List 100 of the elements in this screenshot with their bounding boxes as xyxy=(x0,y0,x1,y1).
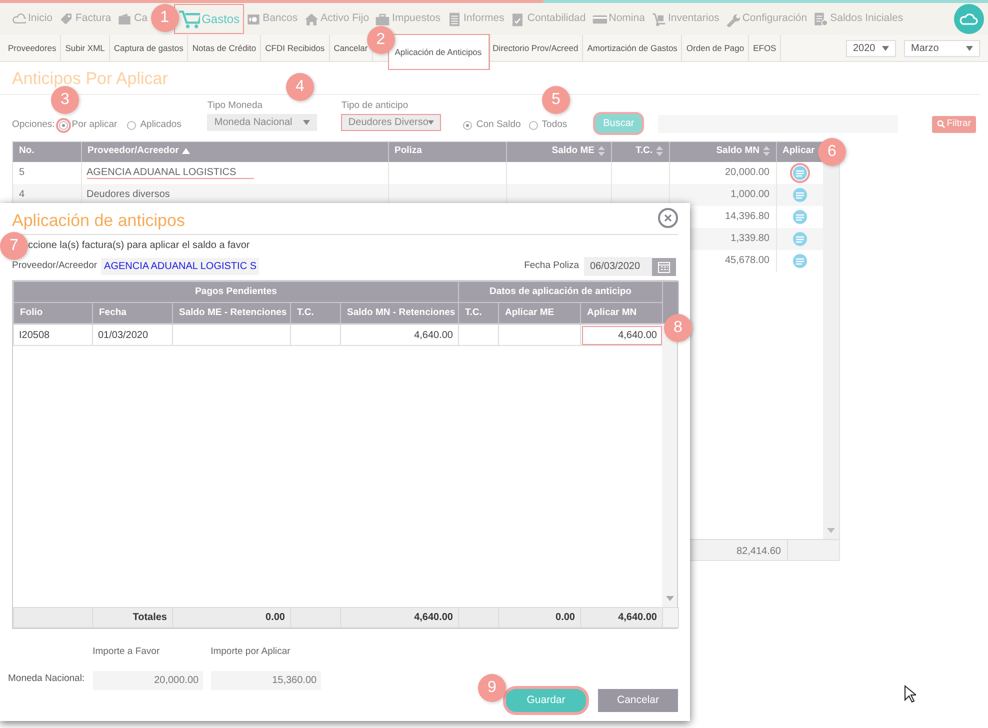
column-header: Aplicar MN xyxy=(587,306,637,318)
nav-tab[interactable]: Saldos Iniciales xyxy=(810,8,906,30)
radio-label: Aplicados xyxy=(140,118,182,132)
nav-tab[interactable]: Factura xyxy=(56,8,114,30)
caret-icon xyxy=(428,120,434,124)
cloud-icon xyxy=(959,11,979,27)
cancel-button[interactable]: Cancelar xyxy=(598,689,678,712)
options-label: Opciones: xyxy=(12,118,55,132)
column-header[interactable]: Proveedor/Acreedor xyxy=(81,142,388,162)
nav-tab[interactable]: Nomina xyxy=(588,8,648,30)
nav-tab[interactable]: Informes xyxy=(444,8,508,30)
radio-button[interactable] xyxy=(127,120,136,130)
subnav-tab[interactable]: Proveedores xyxy=(4,35,62,61)
table-cell: Deudores diversos xyxy=(86,189,170,200)
totals-label: Totales xyxy=(132,612,167,623)
column-header: Aplicar ME xyxy=(505,306,554,318)
wallet-icon xyxy=(117,12,132,26)
caret-icon xyxy=(966,46,973,50)
advance-type-select[interactable]: Deudores Diverso xyxy=(341,114,442,130)
search-button[interactable]: Buscar xyxy=(595,114,642,132)
supplier-field[interactable]: AGENCIA ADUANAL LOGISTIC S xyxy=(101,258,260,275)
apply-icon[interactable] xyxy=(792,186,808,202)
group-header: Pagos Pendientes xyxy=(195,286,277,297)
step-marker: 3 xyxy=(51,86,79,114)
nav-tab[interactable]: Contabilidad xyxy=(507,8,589,30)
subnav-tab[interactable]: Subir XML xyxy=(61,35,110,61)
advance-type-label: Tipo de anticipo xyxy=(341,99,410,114)
field-label: Importe por Aplicar xyxy=(210,645,292,659)
save-button[interactable]: Guardar xyxy=(506,689,586,712)
nav-tab[interactable]: Inventarios xyxy=(648,8,722,30)
modal-title: Aplicación de anticipos xyxy=(12,210,185,232)
table-cell: 14,396.80 xyxy=(725,211,770,222)
apply-icon[interactable] xyxy=(792,252,808,268)
year-select[interactable]: 2020 xyxy=(846,40,896,56)
column-header[interactable]: Saldo ME xyxy=(506,142,611,162)
filter-button[interactable]: Filtrar xyxy=(932,116,976,132)
checklist-icon xyxy=(813,12,828,26)
sort-icon xyxy=(762,146,770,156)
field-label: Importe a Favor xyxy=(92,645,161,659)
subnav-tab[interactable]: Directorio Prov/Acreed xyxy=(488,35,584,61)
nav-tab[interactable]: Inicio xyxy=(8,8,56,30)
house-icon xyxy=(304,12,319,26)
column-header: T.C. xyxy=(297,306,314,318)
step-marker: 4 xyxy=(286,73,314,101)
wrench-icon xyxy=(725,12,740,26)
subnav-tab[interactable]: Captura de gastos xyxy=(110,35,188,61)
currency-select[interactable]: Moneda Nacional xyxy=(207,114,318,130)
radio-label: Por aplicar xyxy=(72,118,118,132)
subnav-tab[interactable]: Notas de Crédito xyxy=(188,35,262,61)
caret-icon xyxy=(303,120,310,124)
column-header: No. xyxy=(13,142,81,162)
briefcase-icon xyxy=(375,12,390,26)
apply-icon[interactable] xyxy=(792,164,808,180)
calendar-button[interactable] xyxy=(652,258,676,276)
total-cell: 0.00 xyxy=(556,612,575,623)
column-header: T.C. xyxy=(465,306,482,318)
sort-ascending-icon xyxy=(182,148,190,154)
amount-field[interactable]: 4,640.00 xyxy=(580,324,662,346)
sort-icon xyxy=(656,146,662,156)
cloud-icon xyxy=(11,12,26,26)
table-cell: I20508 xyxy=(19,330,50,340)
group-header: Datos de aplicación de anticipo xyxy=(489,286,632,297)
supplier-label: Proveedor/Acreedor xyxy=(12,259,98,274)
cloud-button[interactable] xyxy=(954,4,984,34)
subnav-tab[interactable]: CFDI Recibidos xyxy=(261,35,330,61)
cursor-icon xyxy=(904,685,916,703)
subnav-tab[interactable]: Aplicación de Anticipos xyxy=(388,35,489,69)
subnav-tab[interactable]: Orden de Pago xyxy=(682,35,750,61)
column-header[interactable]: T.C. xyxy=(611,142,669,162)
date-field[interactable]: 06/03/2020 xyxy=(584,257,652,276)
column-header: Saldo ME - Retenciones xyxy=(179,306,287,318)
month-select[interactable]: Marzo xyxy=(904,40,980,56)
table-cell: AGENCIA ADUANAL LOGISTICS xyxy=(86,167,254,179)
row-number: 4 xyxy=(19,189,25,200)
amount-field: 20,000.00 xyxy=(92,671,203,690)
total-cell: 4,640.00 xyxy=(618,612,657,623)
table-cell: 1,000.00 xyxy=(730,189,770,200)
nav-tab[interactable]: Bancos xyxy=(242,8,301,30)
step-marker: 5 xyxy=(542,86,570,114)
apply-icon[interactable] xyxy=(792,230,808,246)
search-icon xyxy=(936,120,945,128)
total-cell: 0.00 xyxy=(266,612,285,623)
close-button[interactable] xyxy=(658,208,678,228)
clipboard-icon xyxy=(510,12,526,26)
nav-tab[interactable]: Configuración xyxy=(722,8,810,30)
radio-label: Con Saldo xyxy=(476,118,521,132)
column-header[interactable]: Saldo MN xyxy=(669,142,776,162)
radio-button[interactable] xyxy=(58,120,68,130)
apply-icon[interactable] xyxy=(792,208,808,224)
radio-button[interactable] xyxy=(463,120,472,130)
radio-label: Todos xyxy=(542,118,568,132)
tag-icon xyxy=(58,12,74,26)
sort-icon xyxy=(598,146,604,156)
nav-tab[interactable]: Ca xyxy=(114,8,151,30)
radio-button[interactable] xyxy=(528,120,538,130)
subnav-tab[interactable]: EFOS xyxy=(749,35,782,61)
subnav-tab[interactable]: Amortización de Gastos xyxy=(583,35,682,61)
document-icon xyxy=(446,12,462,26)
cart-icon xyxy=(178,8,200,30)
column-header: Folio xyxy=(20,306,43,318)
